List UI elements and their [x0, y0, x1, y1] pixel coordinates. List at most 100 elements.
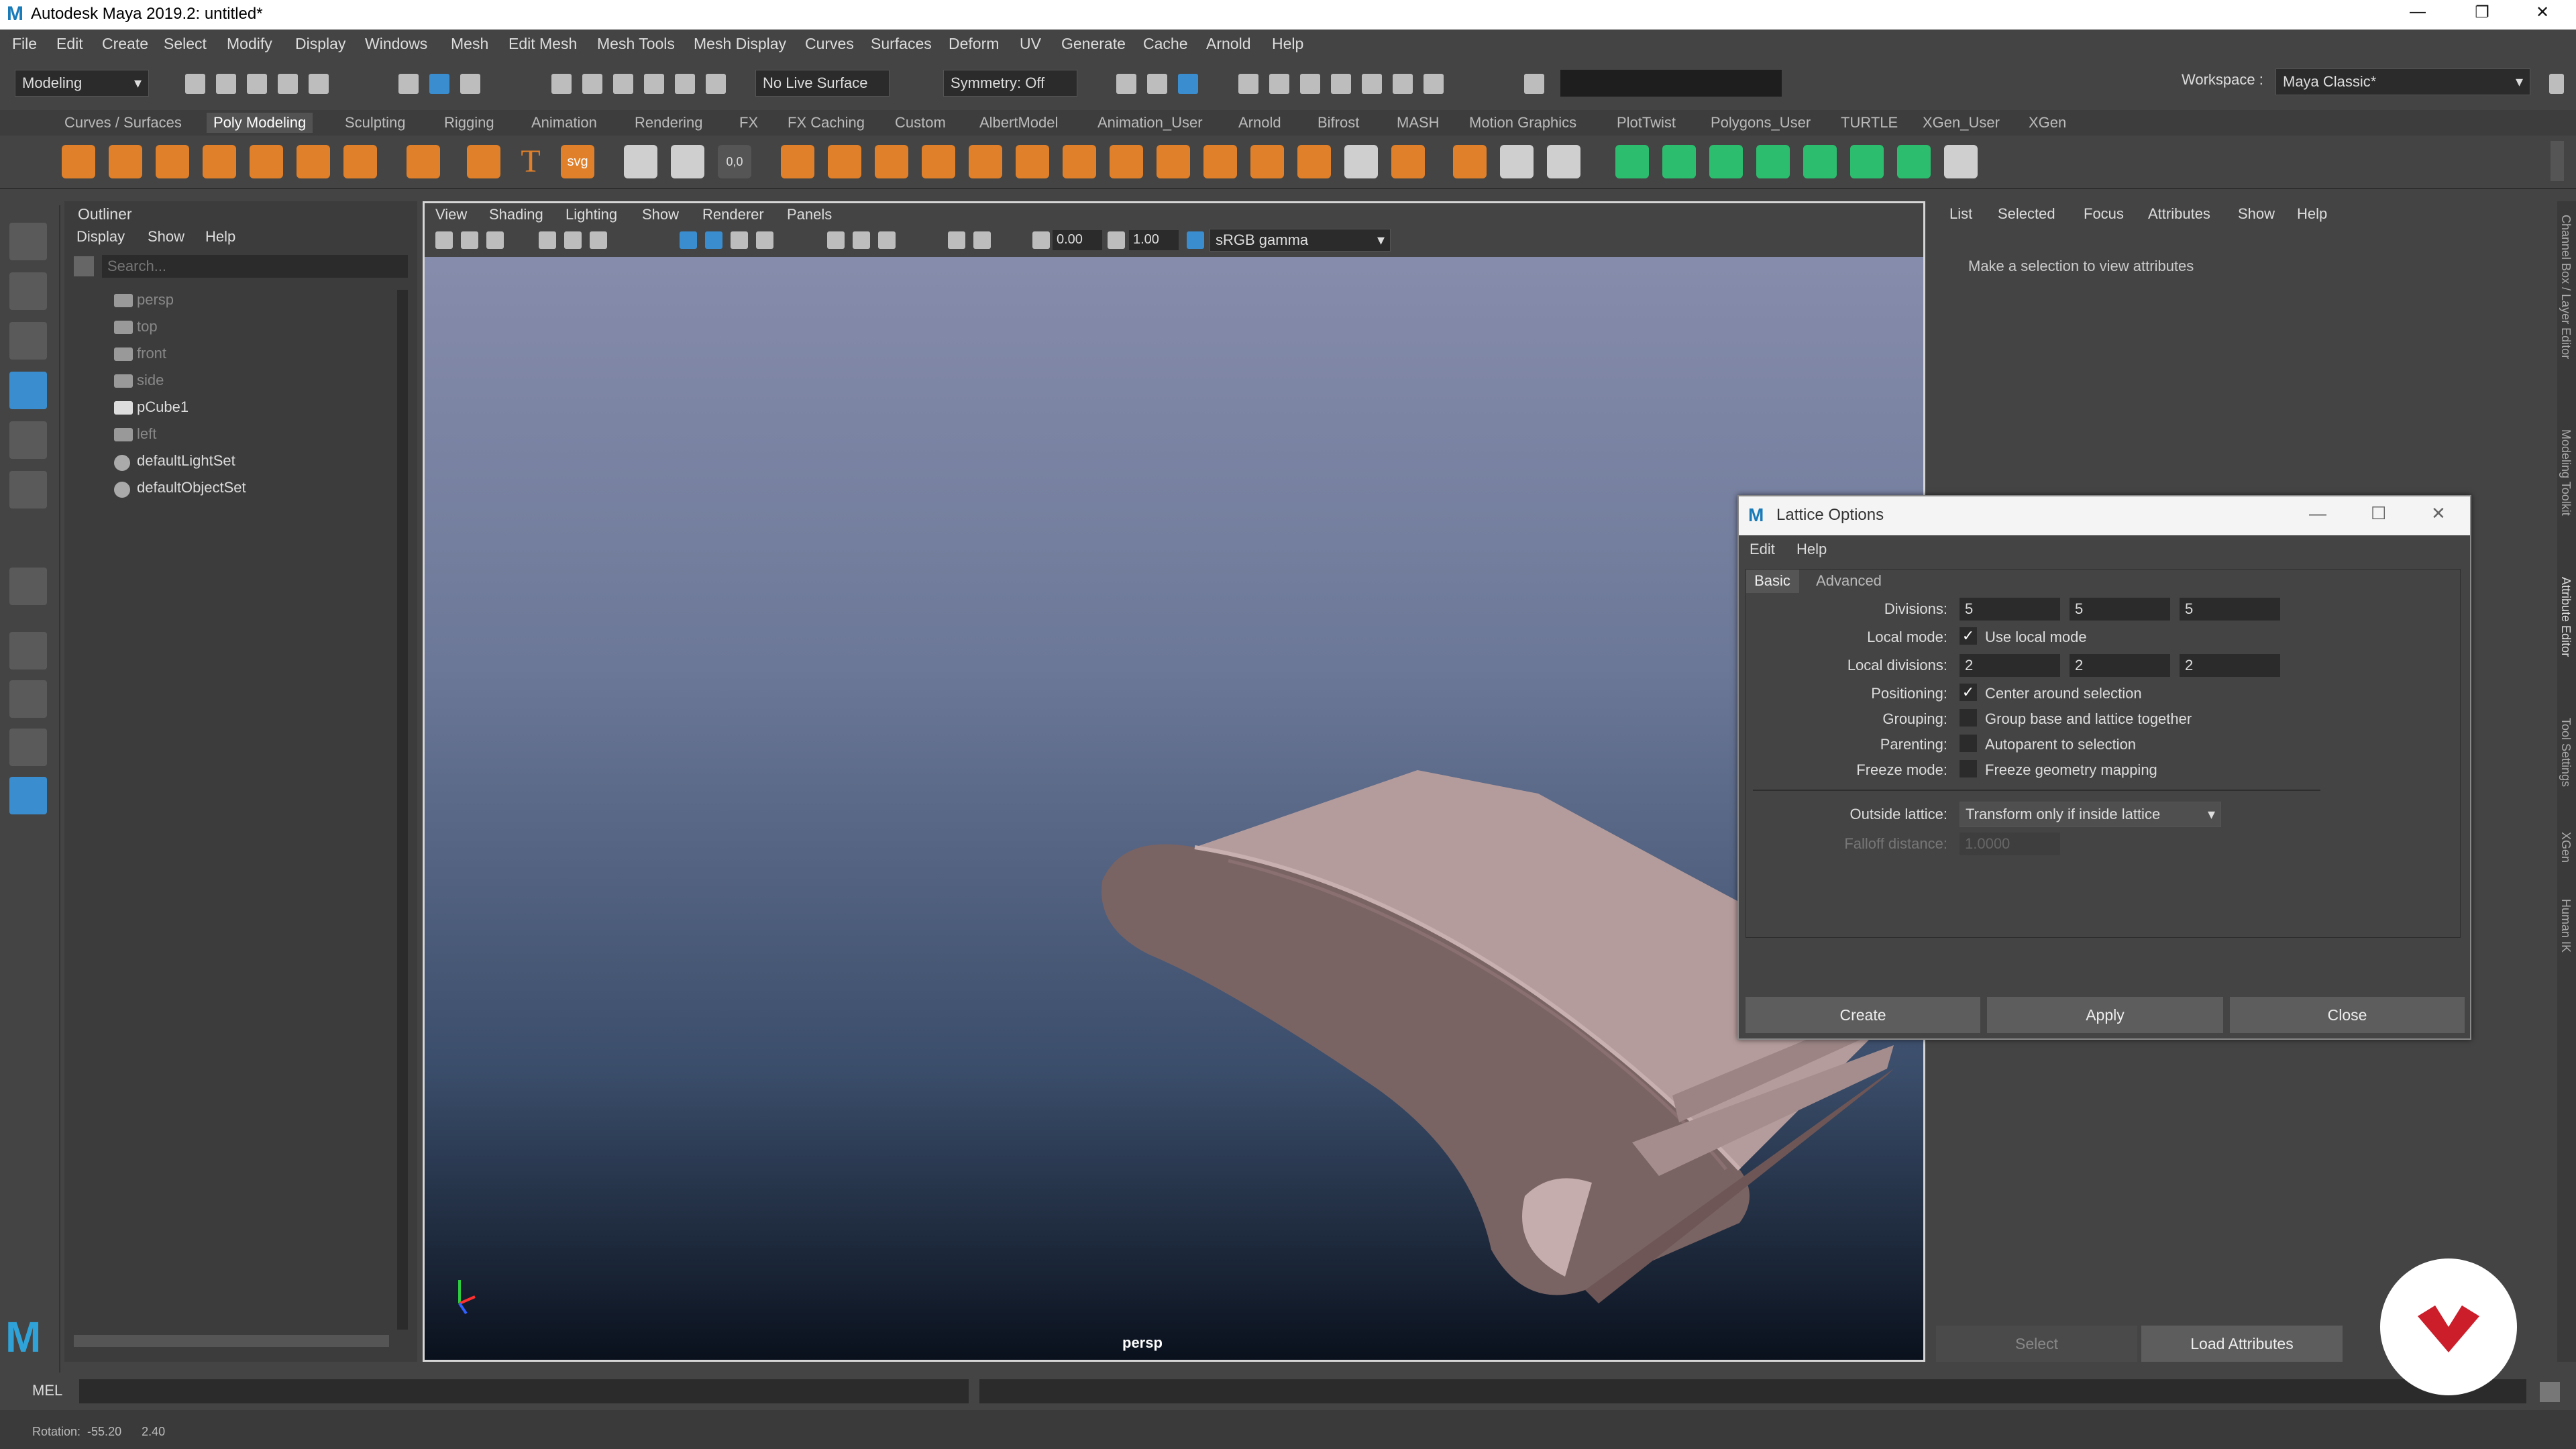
tab-channel-box[interactable]: Channel Box / Layer Editor [2559, 215, 2573, 359]
smooth-shade-icon[interactable] [705, 231, 722, 249]
live-surface-field[interactable]: No Live Surface [755, 70, 890, 97]
tab-attribute-editor[interactable]: Attribute Editor [2559, 577, 2573, 657]
extrude-icon[interactable] [1016, 145, 1049, 178]
minimize-button[interactable]: — [2398, 3, 2438, 27]
separate-icon[interactable] [828, 145, 861, 178]
close-window-button[interactable]: ✕ [2522, 3, 2563, 27]
workspace-dropdown[interactable]: Maya Classic* ▾ [2275, 68, 2530, 95]
shelf-tab-xgen-user[interactable]: XGen_User [1923, 114, 2000, 131]
uv-unfold-icon[interactable] [1803, 145, 1837, 178]
insert-edge-loop-icon[interactable] [1500, 145, 1534, 178]
uv-cylindrical-icon[interactable] [1662, 145, 1696, 178]
shelf-tab-arnold[interactable]: Arnold [1238, 114, 1281, 131]
sculpt-tool-icon[interactable] [624, 145, 657, 178]
positioning-checkbox[interactable]: ✓ [1960, 684, 1977, 701]
freeze-mode-checkbox[interactable] [1960, 760, 1977, 777]
uv-spherical-icon[interactable] [1709, 145, 1743, 178]
wireframe-icon[interactable] [680, 231, 697, 249]
lattice-icon[interactable] [671, 145, 704, 178]
menu-mesh-tools[interactable]: Mesh Tools [597, 35, 675, 53]
exposure-field[interactable]: 0.00 [1053, 230, 1102, 250]
menu-create[interactable]: Create [102, 35, 148, 53]
outliner-item-side[interactable]: side [137, 372, 164, 389]
script-language-toggle[interactable]: MEL [32, 1382, 62, 1399]
local-divisions-s-field[interactable]: 2 [1960, 654, 2060, 677]
dialog-maximize-button[interactable]: ☐ [2371, 503, 2386, 524]
poly-disc-icon[interactable] [343, 145, 377, 178]
bevel-icon[interactable] [1110, 145, 1143, 178]
mode-dropdown[interactable]: Modeling ▾ [15, 70, 149, 97]
symmetry-dropdown[interactable]: Symmetry: Off [943, 70, 1077, 97]
textured-icon[interactable] [731, 231, 748, 249]
last-tool-icon[interactable] [9, 568, 47, 605]
attr-menu-list[interactable]: List [1949, 205, 1972, 223]
snap-view-icon[interactable] [644, 74, 664, 94]
shelf-tab-custom[interactable]: Custom [895, 114, 946, 131]
bridge-icon[interactable] [1063, 145, 1096, 178]
new-scene-icon[interactable] [185, 74, 205, 94]
ambient-occlusion-icon[interactable] [853, 231, 870, 249]
outliner-menu-show[interactable]: Show [148, 228, 184, 246]
outliner-layout-icon[interactable] [9, 777, 47, 814]
viewport-menu-lighting[interactable]: Lighting [566, 206, 617, 223]
shelf-tab-turtle[interactable]: TURTLE [1841, 114, 1898, 131]
menu-display[interactable]: Display [295, 35, 345, 53]
attr-menu-selected[interactable]: Selected [1998, 205, 2055, 223]
menu-select[interactable]: Select [164, 35, 207, 53]
divisions-t-field[interactable]: 5 [2070, 598, 2170, 621]
arnold-render-icon[interactable] [1362, 74, 1382, 94]
construction-history-icon[interactable] [1116, 74, 1136, 94]
create-button[interactable]: Create [1746, 997, 1980, 1033]
light-editor-icon[interactable] [1331, 74, 1351, 94]
bookmark-icon[interactable] [461, 231, 478, 249]
combine-icon[interactable] [781, 145, 814, 178]
shelf-tab-polygons-user[interactable]: Polygons_User [1711, 114, 1811, 131]
shelf-tab-animation[interactable]: Animation [531, 114, 597, 131]
mirror-cut-icon[interactable] [1297, 145, 1331, 178]
outliner-item-persp[interactable]: persp [137, 291, 174, 309]
uv-planar-icon[interactable] [1615, 145, 1649, 178]
boolean-icon[interactable] [1203, 145, 1237, 178]
single-view-icon[interactable] [9, 632, 47, 669]
shelf-tab-motion-graphics[interactable]: Motion Graphics [1469, 114, 1576, 131]
sidebar-toggle-icon[interactable] [1524, 74, 1544, 94]
render-frame-icon[interactable] [1238, 74, 1258, 94]
shelf-tab-plottwist[interactable]: PlotTwist [1617, 114, 1676, 131]
exposure-icon[interactable] [1032, 231, 1050, 249]
menu-help[interactable]: Help [1272, 35, 1303, 53]
xray-icon[interactable] [973, 231, 991, 249]
snap-point-icon[interactable] [613, 74, 633, 94]
grouping-checkbox[interactable] [1960, 709, 1977, 727]
mirror-icon[interactable] [875, 145, 908, 178]
viewport-menu-show[interactable]: Show [642, 206, 679, 223]
shelf-tab-mash[interactable]: MASH [1397, 114, 1440, 131]
menu-mesh-display[interactable]: Mesh Display [694, 35, 786, 53]
camera-attributes-icon[interactable] [435, 231, 453, 249]
remesh-icon[interactable] [969, 145, 1002, 178]
menu-surfaces[interactable]: Surfaces [871, 35, 932, 53]
offset-edge-loop-icon[interactable] [1547, 145, 1580, 178]
rotate-tool-icon[interactable] [9, 421, 47, 459]
script-editor-icon[interactable] [2540, 1382, 2560, 1402]
local-mode-checkbox[interactable]: ✓ [1960, 627, 1977, 645]
shelf-tab-curves-surfaces[interactable]: Curves / Surfaces [64, 114, 182, 131]
outliner-menu-help[interactable]: Help [205, 228, 235, 246]
menu-file[interactable]: File [12, 35, 37, 53]
type-tool-icon[interactable]: T [514, 145, 547, 178]
snap-curve-icon[interactable] [582, 74, 602, 94]
view-transform-dropdown[interactable]: sRGB gamma ▾ [1210, 229, 1391, 252]
uv-layout-icon[interactable] [1850, 145, 1884, 178]
load-attributes-button[interactable]: Load Attributes [2141, 1326, 2343, 1362]
close-button[interactable]: Close [2230, 997, 2465, 1033]
outliner-search-input[interactable] [102, 255, 381, 278]
poly-plane-icon[interactable] [297, 145, 330, 178]
attr-menu-focus[interactable]: Focus [2084, 205, 2124, 223]
render-view-icon[interactable] [1300, 74, 1320, 94]
lasso-tool-icon[interactable] [9, 272, 47, 310]
outliner-item-front[interactable]: front [137, 345, 166, 362]
menu-mesh[interactable]: Mesh [451, 35, 488, 53]
menu-windows[interactable]: Windows [365, 35, 427, 53]
viewport-menu-shading[interactable]: Shading [489, 206, 543, 223]
hypershade-icon[interactable] [1178, 74, 1198, 94]
dialog-menu-help[interactable]: Help [1796, 541, 1827, 558]
